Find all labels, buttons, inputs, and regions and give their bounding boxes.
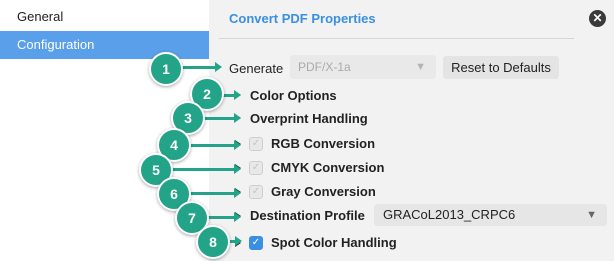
gray-conversion-label: Gray Conversion	[271, 184, 376, 199]
rgb-conversion-label: RGB Conversion	[271, 136, 376, 151]
callout-arrow	[189, 140, 241, 150]
callout-arrow	[207, 212, 241, 222]
generate-label: Generate	[229, 61, 284, 76]
reset-to-defaults-button[interactable]: Reset to Defaults	[443, 56, 559, 79]
callout-arrow	[204, 113, 241, 123]
callout-badge-8: 8	[196, 225, 230, 259]
destination-profile-label: Destination Profile	[250, 208, 365, 223]
callout-arrow	[189, 188, 241, 198]
generate-select-value: PDF/X-1a	[298, 60, 351, 74]
overprint-handling-label: Overprint Handling	[250, 111, 368, 126]
rgb-conversion-checkbox[interactable]: ✓	[249, 137, 263, 151]
close-icon: ✕	[592, 11, 603, 25]
close-button[interactable]: ✕	[589, 10, 606, 27]
callout-arrow	[180, 62, 222, 72]
destination-profile-value: GRACoL2013_CRPC6	[383, 207, 516, 222]
destination-profile-select[interactable]: GRACoL2013_CRPC6 ▼	[374, 204, 607, 226]
gray-conversion-checkbox[interactable]: ✓	[249, 185, 263, 199]
spot-color-checkbox[interactable]: ✓	[249, 236, 263, 250]
chevron-down-icon: ▼	[415, 61, 426, 73]
title-divider	[219, 38, 574, 39]
color-options-label: Color Options	[250, 88, 337, 103]
sidebar-item-general[interactable]: General	[0, 3, 209, 31]
chevron-down-icon: ▼	[586, 209, 597, 221]
sidebar-item-configuration[interactable]: Configuration	[0, 31, 209, 59]
callout-arrow	[171, 164, 241, 174]
spot-color-handling-label: Spot Color Handling	[271, 235, 397, 250]
panel-title: Convert PDF Properties	[229, 11, 376, 26]
callout-badge-1: 1	[149, 52, 183, 86]
cmyk-conversion-checkbox[interactable]: ✓	[249, 161, 263, 175]
cmyk-conversion-label: CMYK Conversion	[271, 160, 385, 175]
generate-select[interactable]: PDF/X-1a ▼	[290, 55, 436, 79]
